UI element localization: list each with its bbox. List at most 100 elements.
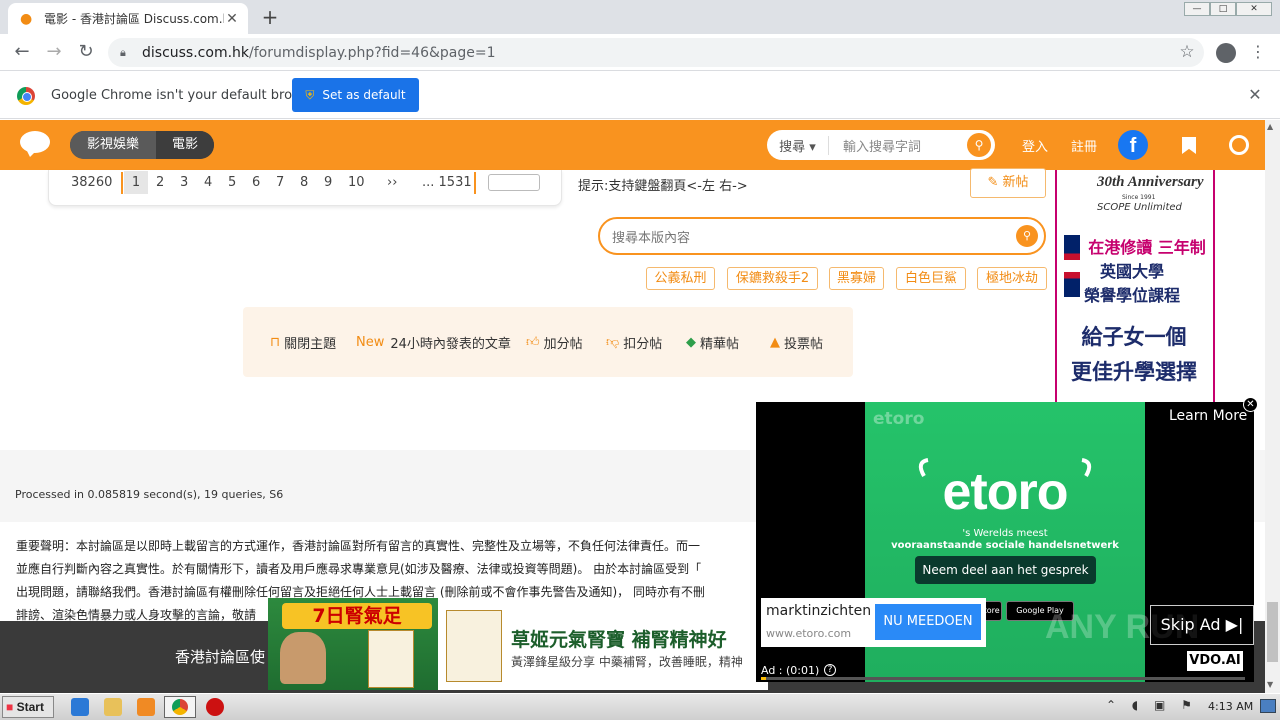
register-link[interactable]: 註冊 (1071, 136, 1097, 155)
new-tab-button[interactable]: + (258, 6, 282, 30)
new-post-button[interactable]: ✎ 新帖 (970, 168, 1046, 198)
banner-title: 草姬元氣腎寶 補腎精神好 (511, 629, 727, 651)
infobar-message: Google Chrome isn't your default browser (51, 88, 323, 103)
last-page-link[interactable]: ... 1531 (422, 175, 472, 190)
page-link[interactable]: 6 (252, 175, 260, 190)
page-jump-input[interactable] (488, 174, 540, 191)
filter-minus[interactable]: 👎︎ 扣分帖 (606, 333, 662, 352)
next-page-link[interactable]: ›› (387, 175, 397, 190)
forward-icon[interactable]: → (42, 40, 66, 64)
window-close-button[interactable]: ✕ (1236, 2, 1272, 16)
filter-recent[interactable]: New 24小時內發表的文章 (356, 333, 511, 352)
board-search-input[interactable]: 搜尋本版內容 (612, 227, 1016, 246)
start-button[interactable]: ■ Start (2, 696, 54, 718)
scroll-down-icon[interactable]: ▼ (1267, 680, 1273, 689)
page-link[interactable]: 3 (180, 175, 188, 190)
search-icon[interactable]: ⚲ (1016, 225, 1038, 247)
poll-icon: ▲ (770, 335, 780, 350)
search-icon[interactable]: ⚲ (967, 133, 991, 157)
tab-title: 電影 - 香港討論區 Discuss.com.hk - (44, 12, 224, 26)
shield-icon: ⛨ (305, 87, 315, 102)
back-icon[interactable]: ← (10, 40, 34, 64)
reload-icon[interactable]: ↻ (74, 40, 98, 64)
url-text: discuss.com.hk/forumdisplay.php?fid=46&p… (142, 44, 496, 61)
ad-help-icon[interactable]: ? (824, 664, 836, 676)
vdo-ai-logo: VDO.AI (1187, 651, 1243, 671)
page-link[interactable]: 9 (324, 175, 332, 190)
browser-tab[interactable]: ● 電影 - 香港討論區 Discuss.com.hk - ✕ (8, 3, 248, 34)
page-link[interactable]: 5 (228, 175, 236, 190)
infobar-close-icon[interactable]: ✕ (1246, 86, 1264, 104)
folder-icon[interactable] (104, 698, 122, 716)
thumbs-down-icon: 👎︎ (606, 335, 620, 350)
scrollbar-thumb[interactable] (1267, 602, 1278, 662)
show-desktop-icon[interactable] (1260, 699, 1276, 713)
spokesperson-photo (280, 632, 326, 684)
thumbs-up-icon: 👍︎ (526, 335, 540, 350)
profile-avatar-icon[interactable] (1216, 43, 1236, 63)
search-scope-dropdown[interactable]: 搜尋 ▾ (767, 135, 829, 155)
minimize-button[interactable]: — (1184, 2, 1210, 16)
page-link[interactable]: 7 (276, 175, 284, 190)
taskbar-clock: 4:13 AM (1208, 700, 1254, 713)
page-link[interactable]: 10 (348, 175, 365, 190)
filter-closed[interactable]: ⊓ 關閉主題 (270, 333, 336, 352)
facebook-icon[interactable]: f (1118, 130, 1148, 160)
category-link[interactable]: 影視娛樂 (70, 131, 156, 159)
filter-label: 加分帖 (543, 337, 583, 352)
filter-digest[interactable]: ◆ 精華帖 (686, 333, 739, 352)
page-link[interactable]: 2 (156, 175, 164, 190)
history-clock-icon[interactable] (1229, 135, 1249, 155)
lock-icon: 🔒︎ (120, 45, 126, 59)
disclaimer-line: 重要聲明：本討論區是以即時上載留言的方式運作，香港討論區對所有留言的真實性、完整… (16, 539, 701, 553)
video-tagline: vooraanstaande sociale handelsnetwerk (891, 540, 1119, 551)
ad-line: 榮譽學位課程 (1083, 286, 1180, 305)
filter-label: 投票帖 (784, 337, 824, 352)
ad-time: Ad : (0:01) (761, 664, 820, 677)
filter-label: 24小時內發表的文章 (390, 337, 511, 352)
ie-icon[interactable] (71, 698, 89, 716)
chrome-icon (172, 699, 188, 715)
hot-tag[interactable]: 公義私刑 (646, 267, 715, 290)
hot-tag[interactable]: 極地冰劫 (977, 267, 1047, 290)
filter-poll[interactable]: ▲ 投票帖 (770, 333, 823, 352)
filter-label: 關閉主題 (284, 337, 337, 352)
tab-close-icon[interactable]: ✕ (224, 11, 240, 27)
bookmark-star-icon[interactable]: ☆ (1176, 40, 1198, 64)
warning-icon[interactable] (206, 698, 224, 716)
media-player-icon[interactable] (137, 698, 155, 716)
ad-card-button[interactable]: NU MEEDOEN (875, 604, 981, 640)
site-logo-icon[interactable] (20, 131, 52, 157)
address-bar[interactable]: 🔒︎ discuss.com.hk/forumdisplay.php?fid=4… (108, 38, 1204, 67)
login-link[interactable]: 登入 (1022, 136, 1048, 155)
screen: ● 電影 - 香港討論區 Discuss.com.hk - ✕ + — □ ✕ … (0, 0, 1280, 720)
filter-plus[interactable]: 👍︎ 加分帖 (526, 333, 583, 352)
pager-divider (121, 172, 123, 194)
browser-menu-icon[interactable]: ⋮ (1250, 40, 1266, 64)
maximize-button[interactable]: □ (1210, 2, 1236, 16)
subcategory-link[interactable]: 電影 (156, 131, 214, 159)
hot-tag[interactable]: 保鑣救殺手2 (727, 267, 818, 290)
ad-line: 給子女一個 (1081, 325, 1187, 349)
chrome-logo-icon (17, 87, 35, 105)
hot-tag[interactable]: 黑寡婦 (829, 267, 884, 290)
learn-more-link[interactable]: Learn More (1169, 408, 1247, 424)
set-default-button[interactable]: ⛨ Set as default (292, 78, 419, 112)
banner-subtitle: 黃澤鋒星級分享 中藥補腎，改善睡眠，精神 (511, 655, 743, 669)
gem-icon: ◆ (686, 335, 696, 350)
page-link[interactable]: 4 (204, 175, 212, 190)
video-cta: Neem deel aan het gesprek (915, 556, 1096, 584)
set-default-label: Set as default (322, 88, 406, 102)
header-search-input[interactable]: 輸入搜尋字詞 (829, 136, 967, 155)
ad-progress-fill (761, 677, 766, 680)
video-close-icon[interactable]: ✕ (1243, 397, 1258, 412)
scroll-up-icon[interactable]: ▲ (1267, 122, 1273, 131)
etoro-logo: etoro (942, 463, 1069, 521)
skip-ad-button[interactable]: Skip Ad ▶| (1150, 605, 1254, 645)
page-link[interactable]: 8 (300, 175, 308, 190)
footer-terms-text: 香港討論區使 (175, 648, 266, 666)
hot-tag[interactable]: 白色巨鯊 (896, 267, 966, 290)
category-breadcrumb: 影視娛樂 電影 (70, 131, 214, 159)
ad-anniversary: 30th Anniversary (1097, 174, 1204, 190)
thread-total: 38260 (71, 175, 113, 190)
